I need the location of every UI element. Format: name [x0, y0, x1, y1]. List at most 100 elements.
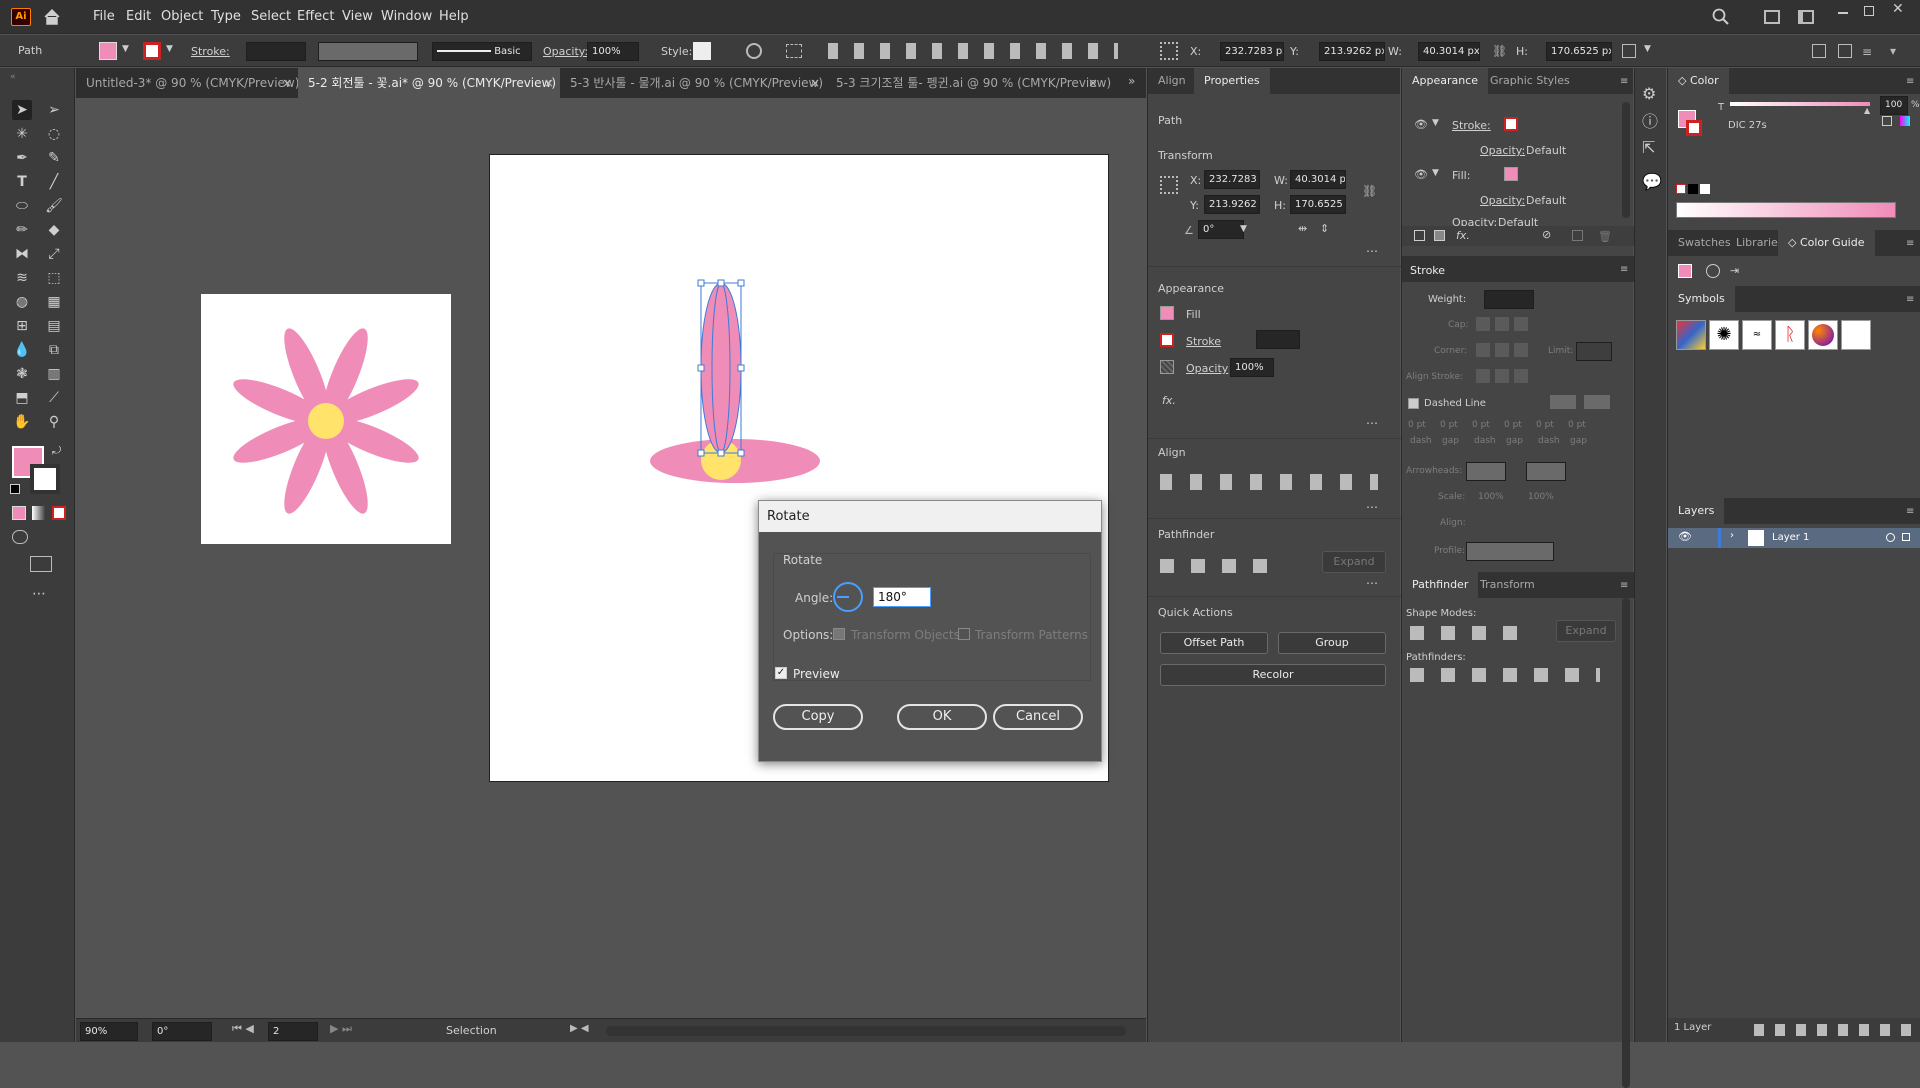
cap-buttons[interactable]: [1476, 317, 1528, 331]
panel-menu-icon[interactable]: ≡: [1620, 580, 1628, 591]
export-icon[interactable]: ⇱: [1642, 138, 1655, 157]
x-field[interactable]: 232.7283 px: [1220, 42, 1284, 61]
menu-select[interactable]: Select: [251, 0, 291, 34]
isolate-icon[interactable]: [1812, 44, 1826, 58]
recolor-button[interactable]: Recolor: [1160, 664, 1386, 686]
direct-selection-tool-icon[interactable]: ➢: [44, 100, 64, 120]
chevron-down-icon[interactable]: ▼: [166, 44, 173, 54]
h-field[interactable]: 170.6525 px: [1546, 42, 1612, 61]
transform-objects-checkbox[interactable]: [833, 628, 845, 640]
panel-menu-icon[interactable]: ≡: [1906, 506, 1914, 517]
home-icon[interactable]: [42, 7, 62, 27]
w-field[interactable]: 40.3014 px: [1418, 42, 1480, 61]
appearance-stroke-swatch[interactable]: [1504, 117, 1518, 131]
selection-tool-icon[interactable]: ➤: [12, 100, 32, 120]
gap-2-field[interactable]: 0 pt: [1504, 420, 1522, 430]
warp-tool-icon[interactable]: ≋: [12, 268, 32, 288]
tint-slider[interactable]: [1730, 102, 1870, 106]
panel-menu-icon[interactable]: ≡: [1620, 76, 1628, 87]
gradient-tool-icon[interactable]: ▤: [44, 316, 64, 336]
collapse-icon[interactable]: ▾: [1890, 44, 1896, 58]
layer-name[interactable]: Layer 1: [1772, 532, 1809, 543]
artboard-next-icon[interactable]: ▶ ⏭: [330, 1022, 352, 1036]
stroke-none-icon[interactable]: [1686, 120, 1702, 136]
symbol-ribbon-icon[interactable]: ᚱ: [1775, 320, 1805, 350]
menu-help[interactable]: Help: [439, 0, 469, 34]
visibility-icon[interactable]: 👁: [1414, 118, 1428, 131]
close-icon[interactable]: ×: [544, 68, 554, 98]
rotate-angle-field[interactable]: 0°: [1198, 220, 1244, 239]
appearance-opacity-label[interactable]: Opacity:: [1452, 216, 1497, 226]
rotate-angle-icon[interactable]: ∠: [1184, 224, 1194, 237]
tab-appearance[interactable]: Appearance: [1402, 68, 1489, 94]
eraser-tool-icon[interactable]: ◆: [44, 220, 64, 240]
appearance-fill-label[interactable]: Fill:: [1452, 169, 1470, 182]
dashed-line-checkbox[interactable]: [1408, 398, 1419, 409]
hand-tool-icon[interactable]: ✋: [12, 412, 32, 432]
dash-3-field[interactable]: 0 pt: [1536, 420, 1554, 430]
tint-ramp[interactable]: [1676, 202, 1896, 218]
menu-effect[interactable]: Effect: [297, 0, 334, 34]
perspective-grid-tool-icon[interactable]: ▦: [44, 292, 64, 312]
transform-patterns-checkbox[interactable]: [958, 628, 970, 640]
arrange-icon[interactable]: [1838, 44, 1852, 58]
paintbrush-tool-icon[interactable]: 🖌: [44, 196, 64, 216]
tab-properties[interactable]: Properties: [1194, 68, 1270, 94]
align-to-icon[interactable]: [786, 44, 802, 58]
transform-icon[interactable]: [1622, 44, 1636, 58]
stroke-none-swatch[interactable]: [143, 42, 161, 60]
zoom-field[interactable]: 90%: [80, 1022, 138, 1041]
workspace-switcher-icon[interactable]: [1798, 10, 1814, 24]
web-color-icon[interactable]: [1900, 116, 1910, 126]
visibility-icon[interactable]: 👁: [1414, 168, 1428, 181]
flip-horizontal-icon[interactable]: ⇹: [1298, 222, 1307, 235]
visibility-icon[interactable]: 👁: [1678, 530, 1692, 543]
symbol-sprayer-tool-icon[interactable]: ❃: [12, 364, 32, 384]
type-tool-icon[interactable]: T: [12, 172, 32, 192]
color-theme-icon[interactable]: ⚙: [1642, 84, 1656, 103]
opacity-field[interactable]: 100%: [587, 42, 639, 61]
symbol-banner-icon[interactable]: ≈: [1742, 320, 1772, 350]
x-field[interactable]: 232.7283 p: [1204, 170, 1260, 189]
angle-dial-icon[interactable]: [833, 582, 863, 612]
selected-art-icon[interactable]: [1902, 533, 1910, 541]
artboard-number-field[interactable]: 2: [268, 1022, 318, 1041]
lasso-tool-icon[interactable]: ◌: [44, 124, 64, 144]
tab-flower-rotate[interactable]: 5-2 회전툴 - 꽃.ai* @ 90 % (CMYK/Preview) ×: [298, 68, 560, 98]
maximize-window-icon[interactable]: [1864, 6, 1874, 16]
appearance-stroke-label[interactable]: Stroke:: [1452, 119, 1491, 132]
add-stroke-icon[interactable]: [1414, 230, 1425, 241]
mesh-tool-icon[interactable]: ⊞: [12, 316, 32, 336]
screen-mode-icon[interactable]: [30, 556, 52, 572]
dash-2-field[interactable]: 0 pt: [1472, 420, 1490, 430]
tab-pathfinder[interactable]: Pathfinder: [1402, 572, 1479, 598]
symbol-cube-icon[interactable]: [1676, 320, 1706, 350]
stroke-weight-field[interactable]: [1256, 330, 1300, 349]
menu-edit[interactable]: Edit: [126, 0, 151, 34]
close-icon[interactable]: ×: [282, 68, 292, 98]
menu-window[interactable]: Window: [381, 0, 432, 34]
limit-field[interactable]: [1576, 342, 1612, 361]
expand-button[interactable]: Expand: [1556, 620, 1616, 642]
angle-input[interactable]: 180°: [873, 587, 931, 607]
menu-view[interactable]: View: [342, 0, 373, 34]
tab-penguin-scale[interactable]: 5-3 크기조절 툴- 펭귄.ai @ 90 % (CMYK/Preview) ×: [826, 68, 1111, 98]
stroke-color-icon[interactable]: [30, 464, 60, 494]
magic-wand-tool-icon[interactable]: ✳: [12, 124, 32, 144]
chevron-down-icon[interactable]: ▼: [1432, 168, 1439, 178]
more-options-icon[interactable]: ⋯: [1366, 416, 1378, 430]
white-color-icon[interactable]: [1700, 184, 1710, 194]
menu-type[interactable]: Type: [211, 0, 241, 34]
panel-menu-icon[interactable]: ≡: [1862, 45, 1872, 59]
constrain-proportions-icon[interactable]: ⛓: [1362, 184, 1377, 198]
menu-object[interactable]: Object: [161, 0, 203, 34]
zoom-tool-icon[interactable]: ⚲: [44, 412, 64, 432]
reflect-tool-icon[interactable]: ⧓: [12, 244, 32, 264]
graphic-style-swatch[interactable]: [693, 42, 711, 60]
free-transform-tool-icon[interactable]: ⬚: [44, 268, 64, 288]
clear-appearance-icon[interactable]: ⊘: [1542, 228, 1551, 241]
scale-start-field[interactable]: 100%: [1478, 492, 1504, 502]
panel-menu-icon[interactable]: ≡: [1906, 294, 1914, 305]
stroke-weight-field[interactable]: [246, 42, 306, 61]
pathfinder-buttons[interactable]: [1410, 668, 1600, 682]
